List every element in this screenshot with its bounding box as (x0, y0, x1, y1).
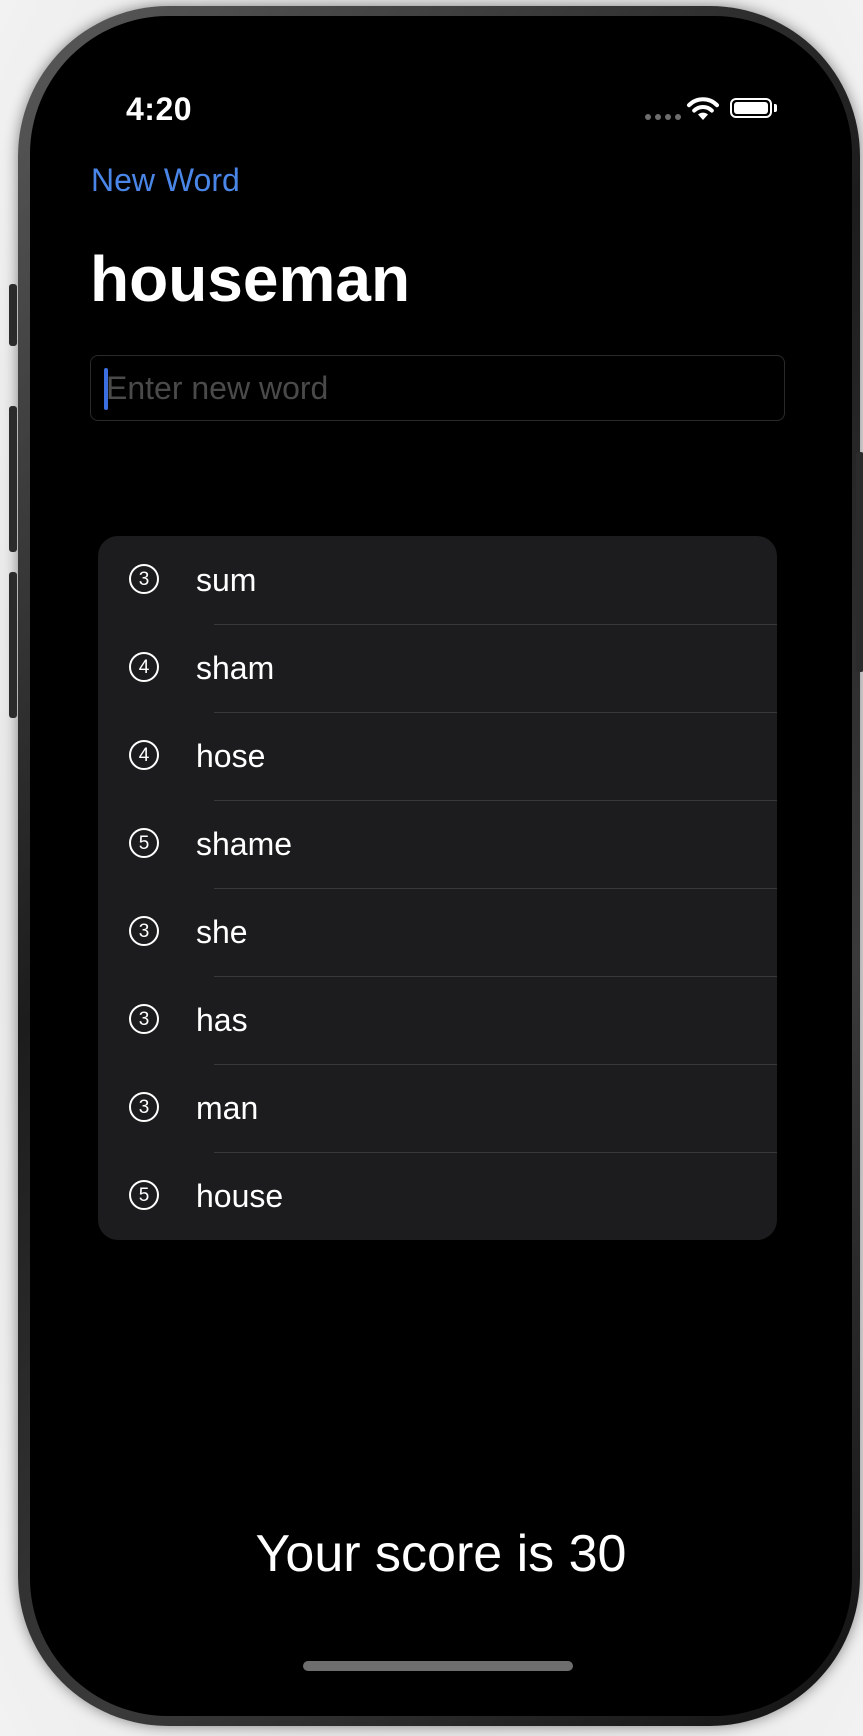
list-item[interactable]: 5 house (98, 1152, 777, 1240)
volume-down-button (9, 572, 17, 718)
word-label: shame (196, 826, 293, 862)
volume-up-button (9, 406, 17, 552)
list-item[interactable]: 3 sum (98, 536, 777, 624)
action-button (9, 284, 17, 346)
list-item[interactable]: 4 sham (98, 624, 777, 712)
word-label: house (196, 1178, 284, 1214)
word-label: sham (196, 650, 275, 686)
signal-dots-icon (645, 114, 681, 120)
new-word-input[interactable] (106, 356, 766, 420)
score-label: Your score is 30 (255, 1525, 627, 1583)
letter-count-circle-icon: 3 (129, 564, 159, 594)
wifi-icon (687, 97, 719, 120)
root-word-title: houseman (90, 243, 411, 315)
letter-count-circle-icon: 4 (129, 740, 159, 770)
word-input-container[interactable] (90, 355, 785, 421)
battery-tip (774, 104, 777, 112)
list-item[interactable]: 5 shame (98, 800, 777, 888)
list-item[interactable]: 4 hose (98, 712, 777, 800)
status-time: 4:20 (126, 91, 193, 127)
word-label: hose (196, 738, 266, 774)
word-label: sum (196, 562, 257, 598)
list-item[interactable]: 3 she (98, 888, 777, 976)
word-label: she (196, 914, 248, 950)
new-word-button[interactable]: New Word (91, 162, 240, 199)
list-item[interactable]: 3 has (98, 976, 777, 1064)
word-label: has (196, 1002, 248, 1038)
list-item[interactable]: 3 man (98, 1064, 777, 1152)
used-words-list: 3 sum 4 sham 4 hose 5 shame 3 she 3 has … (98, 536, 777, 1240)
battery-icon (730, 98, 772, 118)
letter-count-circle-icon: 5 (129, 1180, 159, 1210)
screen: 4:20 New Word houseman 3 sum 4 sham 4 ho… (30, 16, 852, 1716)
letter-count-circle-icon: 3 (129, 1092, 159, 1122)
letter-count-circle-icon: 3 (129, 916, 159, 946)
letter-count-circle-icon: 3 (129, 1004, 159, 1034)
letter-count-circle-icon: 5 (129, 828, 159, 858)
letter-count-circle-icon: 4 (129, 652, 159, 682)
word-label: man (196, 1090, 259, 1126)
power-button (856, 452, 863, 672)
home-indicator[interactable] (303, 1661, 573, 1671)
